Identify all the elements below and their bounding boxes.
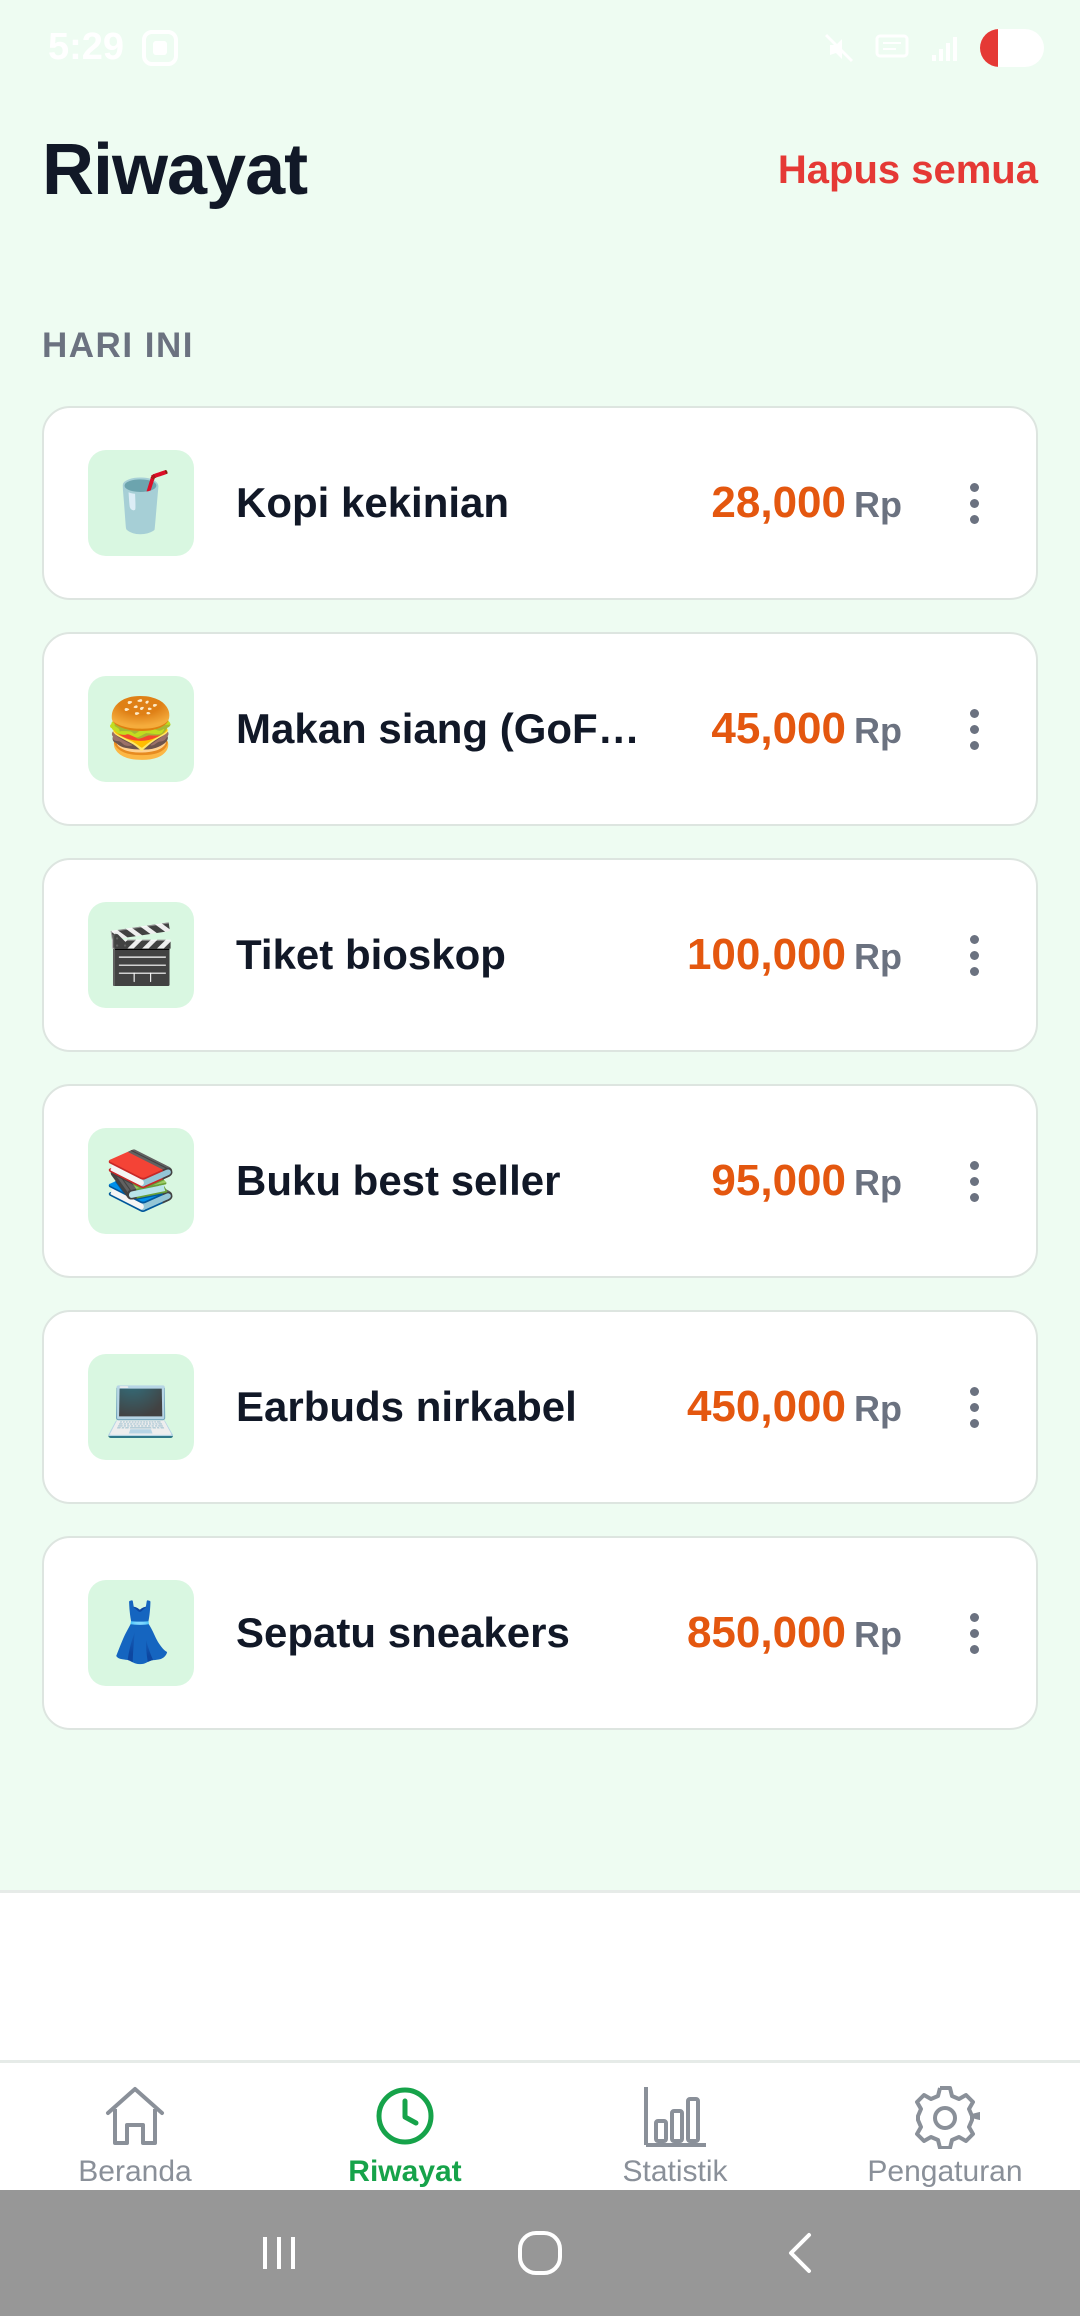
tab-statistik[interactable]: Statistik	[540, 2063, 810, 2190]
transaction-name: Sepatu sneakers	[236, 1609, 570, 1656]
transaction-currency: Rp	[854, 1388, 902, 1429]
transaction-price: 28,000 Rp	[656, 478, 902, 528]
transaction-item[interactable]: 🥤 Kopi kekinian 28,000 Rp	[42, 406, 1038, 600]
clear-all-button[interactable]: Hapus semua	[778, 148, 1038, 193]
transaction-currency: Rp	[854, 1162, 902, 1203]
tab-beranda[interactable]: Beranda	[0, 2063, 270, 2190]
content-footer-area	[0, 1890, 1080, 2060]
system-navigation-bar	[0, 2190, 1080, 2316]
status-time: 5:29	[48, 26, 125, 68]
transaction-amount: 28,000	[711, 478, 846, 527]
transaction-name: Earbuds nirkabel	[236, 1383, 577, 1430]
more-options-icon[interactable]	[954, 708, 994, 750]
burger-icon: 🍔	[88, 676, 194, 782]
transaction-name: Kopi kekinian	[236, 479, 510, 526]
transaction-price: 45,000 Rp	[656, 704, 902, 754]
transaction-price: 450,000 Rp	[656, 1382, 902, 1432]
back-icon[interactable]	[777, 2229, 825, 2277]
transaction-name: Makan siang (GoFood)	[236, 705, 656, 752]
gear-icon	[915, 2086, 980, 2149]
mute-icon	[824, 33, 854, 62]
transaction-amount: 450,000	[686, 1382, 846, 1431]
transaction-item[interactable]: 🎬 Tiket bioskop 100,000 Rp	[42, 858, 1038, 1052]
transaction-name: Buku best seller	[236, 1157, 561, 1204]
transaction-item[interactable]: 👗 Sepatu sneakers 850,000 Rp	[42, 1536, 1038, 1730]
battery-level: 15	[998, 33, 1026, 61]
transaction-list: 🥤 Kopi kekinian 28,000 Rp 🍔 Makan siang (…	[42, 406, 1038, 1762]
status-time-group: 5:29	[48, 26, 180, 69]
tab-label: Riwayat	[348, 2155, 462, 2188]
transaction-currency: Rp	[854, 484, 902, 525]
bottom-tab-bar: Beranda Riwayat Statistik Pengaturan	[0, 2060, 1080, 2190]
home-button-icon[interactable]	[514, 2227, 566, 2279]
drink-cup-icon: 🥤	[88, 450, 194, 556]
status-bar: 5:29 15	[0, 0, 1080, 95]
more-options-icon[interactable]	[954, 934, 994, 976]
dress-icon: 👗	[88, 1580, 194, 1686]
message-icon	[875, 34, 909, 57]
recent-apps-icon[interactable]	[255, 2229, 303, 2277]
more-options-icon[interactable]	[954, 1386, 994, 1428]
transaction-price: 95,000 Rp	[656, 1156, 902, 1206]
home-icon	[106, 2087, 164, 2145]
clapperboard-icon: 🎬	[88, 902, 194, 1008]
more-options-icon[interactable]	[954, 1612, 994, 1654]
status-icons: 15	[822, 28, 1044, 67]
transaction-currency: Rp	[854, 936, 902, 977]
transaction-price: 850,000 Rp	[656, 1608, 902, 1658]
transaction-currency: Rp	[854, 1614, 902, 1655]
transaction-currency: Rp	[854, 710, 902, 751]
tab-label: Beranda	[78, 2155, 192, 2188]
tab-pengaturan[interactable]: Pengaturan	[810, 2063, 1080, 2190]
transaction-amount: 100,000	[686, 930, 846, 979]
more-options-icon[interactable]	[954, 1160, 994, 1202]
page-header: Riwayat Hapus semua	[42, 120, 1038, 220]
transaction-price: 100,000 Rp	[656, 930, 902, 980]
laptop-icon: 💻	[88, 1354, 194, 1460]
signal-icon	[932, 36, 957, 61]
transaction-amount: 45,000	[711, 704, 846, 753]
transaction-item[interactable]: 🍔 Makan siang (GoFood) 45,000 Rp	[42, 632, 1038, 826]
more-options-icon[interactable]	[954, 482, 994, 524]
clock-icon	[376, 2087, 434, 2145]
tab-riwayat[interactable]: Riwayat	[270, 2063, 540, 2190]
transaction-amount: 850,000	[686, 1608, 846, 1657]
transaction-amount: 95,000	[711, 1156, 846, 1205]
tab-label: Pengaturan	[867, 2155, 1023, 2188]
transaction-item[interactable]: 💻 Earbuds nirkabel 450,000 Rp	[42, 1310, 1038, 1504]
section-label-today: HARI INI	[42, 326, 194, 365]
tab-label: Statistik	[622, 2155, 728, 2188]
transaction-item[interactable]: 📚 Buku best seller 95,000 Rp	[42, 1084, 1038, 1278]
page-title: Riwayat	[42, 130, 308, 210]
screenshot-icon	[142, 29, 179, 66]
battery-icon: 15	[980, 28, 1044, 67]
books-icon: 📚	[88, 1128, 194, 1234]
transaction-name: Tiket bioskop	[236, 931, 506, 978]
bar-chart-icon	[644, 2087, 706, 2147]
